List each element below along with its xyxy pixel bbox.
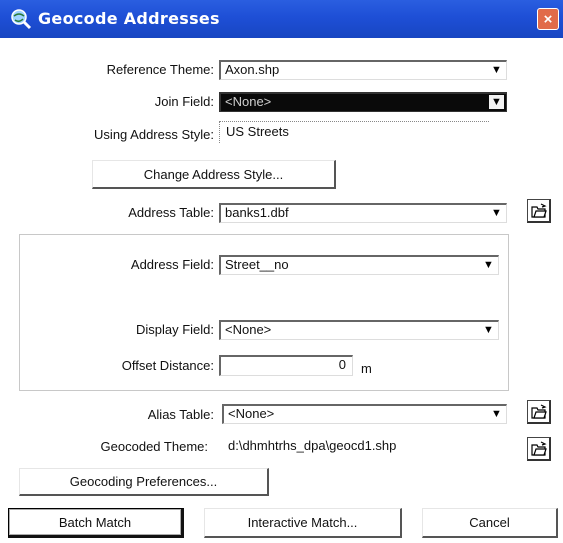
close-icon: ×	[543, 11, 553, 28]
display-field-select[interactable]: <None> ▼	[219, 320, 499, 340]
chevron-down-icon[interactable]: ▼	[489, 95, 504, 109]
chevron-down-icon[interactable]: ▼	[481, 258, 496, 272]
chevron-down-icon[interactable]: ▼	[481, 323, 496, 337]
address-style-value: US Streets	[226, 124, 289, 139]
address-field-label: Address Field:	[130, 257, 214, 272]
open-folder-icon	[531, 404, 547, 419]
alias-table-select[interactable]: <None> ▼	[222, 404, 507, 424]
close-button[interactable]: ×	[537, 8, 559, 30]
interactive-match-button[interactable]: Interactive Match...	[204, 508, 402, 538]
geocoded-theme-label: Geocoded Theme:	[100, 439, 208, 454]
display-field-label: Display Field:	[135, 322, 214, 337]
join-field-value: <None>	[225, 94, 272, 109]
change-address-style-button[interactable]: Change Address Style...	[92, 160, 336, 189]
address-field-select[interactable]: Street__no ▼	[219, 255, 499, 275]
address-table-label: Address Table:	[128, 205, 214, 220]
address-style-label: Using Address Style:	[94, 127, 214, 142]
address-style-frame-top	[219, 121, 489, 122]
geocoding-preferences-button[interactable]: Geocoding Preferences...	[19, 468, 269, 496]
open-folder-icon	[531, 441, 547, 456]
chevron-down-icon[interactable]: ▼	[489, 206, 504, 220]
reference-theme-select[interactable]: Axon.shp ▼	[219, 60, 507, 80]
alias-table-label: Alias Table:	[147, 407, 214, 422]
chevron-down-icon[interactable]: ▼	[489, 63, 504, 77]
address-table-value: banks1.dbf	[225, 205, 289, 220]
browse-alias-table-button[interactable]	[527, 400, 551, 424]
offset-distance-label: Offset Distance:	[121, 358, 214, 373]
browse-geocoded-theme-button[interactable]	[527, 437, 551, 461]
join-field-select[interactable]: <None> ▼	[219, 92, 507, 112]
join-field-label: Join Field:	[154, 94, 214, 109]
reference-theme-value: Axon.shp	[225, 62, 280, 77]
globe-magnifier-icon	[11, 9, 32, 30]
geocoded-theme-input[interactable]: d:\dhmhtrhs_dpa\geocd1.shp	[224, 436, 514, 456]
offset-distance-input[interactable]: 0	[219, 355, 353, 376]
geocoded-theme-value: d:\dhmhtrhs_dpa\geocd1.shp	[228, 438, 397, 453]
batch-match-button[interactable]: Batch Match	[8, 508, 184, 538]
browse-address-table-button[interactable]	[527, 199, 551, 223]
cancel-button[interactable]: Cancel	[422, 508, 558, 538]
chevron-down-icon[interactable]: ▼	[489, 407, 504, 421]
offset-distance-unit: m	[361, 361, 372, 376]
window-title: Geocode Addresses	[38, 9, 220, 28]
address-field-value: Street__no	[225, 257, 289, 272]
address-table-select[interactable]: banks1.dbf ▼	[219, 203, 507, 223]
title-bar: Geocode Addresses ×	[0, 0, 563, 38]
address-style-frame	[219, 121, 222, 143]
offset-distance-value: 0	[338, 357, 346, 372]
display-field-value: <None>	[225, 322, 272, 337]
reference-theme-label: Reference Theme:	[106, 62, 214, 77]
open-folder-icon	[531, 203, 547, 218]
alias-table-value: <None>	[228, 406, 275, 421]
